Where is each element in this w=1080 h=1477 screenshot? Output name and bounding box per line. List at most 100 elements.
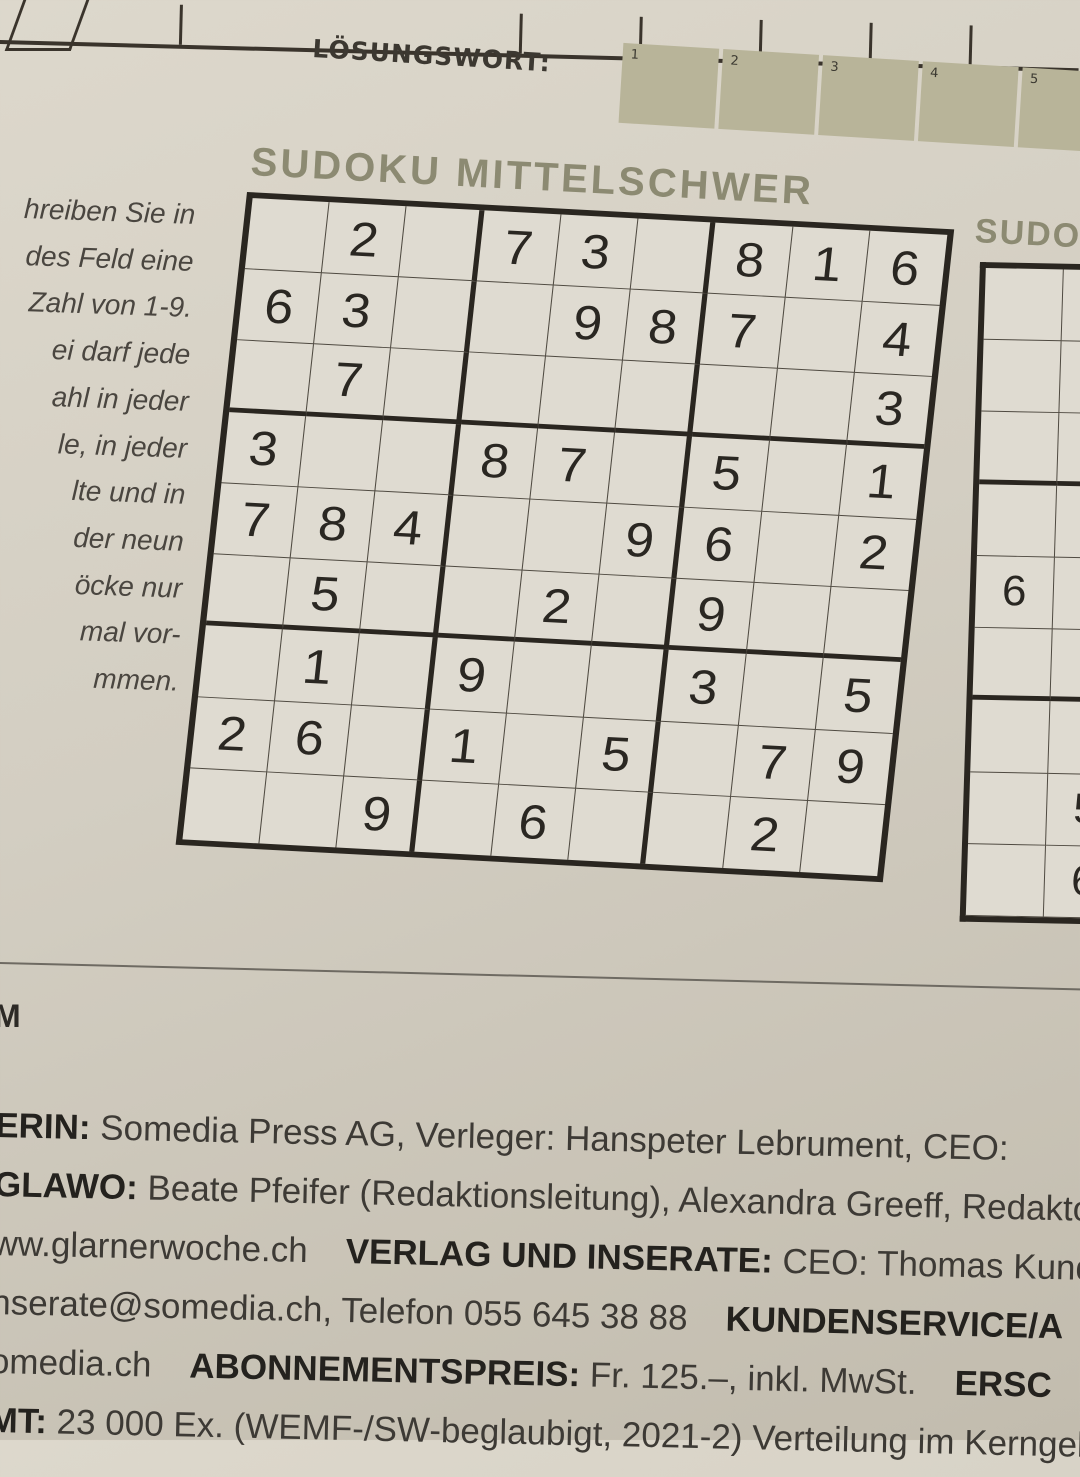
sudoku-cell-r6c8[interactable] xyxy=(746,582,832,659)
second-sudoku-cell-r8c2[interactable]: 5 xyxy=(1046,773,1080,848)
sudoku-cell-r1c6[interactable] xyxy=(630,218,716,294)
sudoku-cell-r6c5[interactable]: 2 xyxy=(514,570,600,647)
sudoku-cell-r3c5[interactable] xyxy=(537,356,623,433)
sudoku-cell-r1c2[interactable]: 2 xyxy=(322,202,407,278)
sudoku-cell-r5c8[interactable] xyxy=(753,511,839,588)
sudoku-cell-r7c1[interactable] xyxy=(198,625,284,701)
sudoku-cell-r1c3[interactable] xyxy=(399,206,485,282)
sudoku-cell-r2c2[interactable]: 3 xyxy=(314,273,400,349)
sudoku-cell-r4c3[interactable] xyxy=(375,420,461,496)
sudoku-cell-r5c4[interactable] xyxy=(445,495,531,571)
sudoku-cell-r9c3[interactable]: 9 xyxy=(336,776,422,852)
sudoku-cell-r3c3[interactable] xyxy=(383,348,469,425)
second-sudoku-cell-r5c2[interactable] xyxy=(1052,557,1080,632)
sudoku-cell-r2c1[interactable]: 6 xyxy=(237,269,323,345)
sudoku-cell-r8c4[interactable]: 1 xyxy=(421,709,507,785)
second-sudoku-cell-r6c1[interactable] xyxy=(972,627,1053,702)
sudoku-cell-r7c7[interactable]: 3 xyxy=(661,650,747,726)
sudoku-cell-r9c2[interactable] xyxy=(259,772,345,848)
sudoku-cell-r4c8[interactable] xyxy=(761,440,847,516)
sudoku-cell-r5c2[interactable]: 8 xyxy=(290,487,376,563)
sudoku-cell-r7c5[interactable] xyxy=(506,641,592,718)
sudoku-cell-r6c6[interactable] xyxy=(591,574,677,651)
sudoku-cell-r4c1[interactable]: 3 xyxy=(221,411,307,488)
sudoku-cell-r8c3[interactable] xyxy=(344,705,430,781)
sudoku-cell-r2c7[interactable]: 7 xyxy=(700,293,786,370)
sudoku-cell-r5c9[interactable]: 2 xyxy=(831,515,917,592)
sudoku-cell-r4c6[interactable] xyxy=(607,432,693,508)
sudoku-cell-r2c9[interactable]: 4 xyxy=(854,301,940,378)
sudoku-cell-r6c9[interactable] xyxy=(823,587,909,663)
sudoku-cell-r7c8[interactable] xyxy=(738,654,824,730)
sudoku-cell-r6c7[interactable]: 9 xyxy=(668,578,754,655)
sudoku-cell-r1c7[interactable]: 8 xyxy=(707,222,793,298)
sudoku-cell-r5c5[interactable] xyxy=(522,499,608,575)
sudoku-cell-r2c3[interactable] xyxy=(391,277,477,353)
sudoku-cell-r3c6[interactable] xyxy=(615,361,701,437)
sudoku-cell-r9c9[interactable] xyxy=(800,801,885,876)
loesungswort-box[interactable]: 4 xyxy=(917,61,1019,147)
sudoku-cell-r4c2[interactable] xyxy=(298,415,384,492)
loesungswort-box[interactable]: 2 xyxy=(718,49,820,135)
sudoku-cell-r2c6[interactable]: 8 xyxy=(622,289,708,366)
sudoku-cell-r1c8[interactable]: 1 xyxy=(785,226,871,302)
sudoku-cell-r1c5[interactable]: 3 xyxy=(553,214,639,290)
sudoku-cell-r3c4[interactable] xyxy=(460,352,546,429)
sudoku-cell-r5c7[interactable]: 6 xyxy=(676,507,762,583)
second-sudoku-cell-r1c1[interactable] xyxy=(983,267,1064,342)
sudoku-cell-r4c7[interactable]: 5 xyxy=(684,436,770,512)
sudoku-cell-r5c1[interactable]: 7 xyxy=(213,483,299,559)
sudoku-cell-r2c5[interactable]: 9 xyxy=(545,285,631,362)
second-sudoku-cell-r4c2[interactable] xyxy=(1054,485,1080,560)
sudoku-cell-r7c6[interactable] xyxy=(584,646,669,722)
sudoku-cell-r8c8[interactable]: 7 xyxy=(730,725,816,801)
loesungswort-box[interactable]: 3 xyxy=(818,55,919,141)
sudoku-cell-r9c8[interactable]: 2 xyxy=(722,796,808,873)
sudoku-cell-r5c6[interactable]: 9 xyxy=(599,503,685,579)
sudoku-cell-r7c4[interactable]: 9 xyxy=(429,637,515,714)
loesungswort-box[interactable]: 1 xyxy=(618,42,720,129)
second-sudoku-cell-r7c2[interactable] xyxy=(1048,701,1080,776)
sudoku-cell-r1c4[interactable]: 7 xyxy=(476,210,562,286)
sudoku-cell-r1c1[interactable] xyxy=(244,198,330,274)
sudoku-cell-r6c4[interactable] xyxy=(437,566,523,642)
sudoku-cell-r4c4[interactable]: 8 xyxy=(453,424,538,500)
sudoku-cell-r8c9[interactable]: 9 xyxy=(807,729,893,805)
second-sudoku-cell-r7c1[interactable] xyxy=(970,699,1051,774)
sudoku-cell-r9c1[interactable] xyxy=(182,768,268,844)
sudoku-cell-r3c1[interactable] xyxy=(229,340,315,416)
sudoku-cell-r9c6[interactable] xyxy=(568,788,654,864)
sudoku-cell-r4c9[interactable]: 1 xyxy=(838,444,924,520)
sudoku-cell-r8c1[interactable]: 2 xyxy=(190,696,276,773)
sudoku-cell-r3c9[interactable]: 3 xyxy=(846,373,932,449)
sudoku-cell-r4c5[interactable]: 7 xyxy=(530,428,616,504)
sudoku-cell-r7c9[interactable]: 5 xyxy=(815,658,901,734)
sudoku-cell-r6c1[interactable] xyxy=(205,554,291,630)
sudoku-cell-r6c3[interactable] xyxy=(360,562,446,638)
sudoku-cell-r7c2[interactable]: 1 xyxy=(275,629,361,706)
sudoku-cell-r2c4[interactable] xyxy=(468,281,554,357)
second-sudoku-cell-r2c1[interactable] xyxy=(981,339,1062,414)
sudoku-cell-r3c2[interactable]: 7 xyxy=(306,344,392,421)
second-sudoku-cell-r3c2[interactable] xyxy=(1057,413,1080,488)
second-sudoku-cell-r3c1[interactable] xyxy=(979,411,1060,486)
sudoku-cell-r8c2[interactable]: 6 xyxy=(267,700,353,777)
second-sudoku-cell-r1c2[interactable]: 8 xyxy=(1061,269,1080,344)
sudoku-cell-r5c3[interactable]: 4 xyxy=(368,491,454,567)
sudoku-cell-r9c5[interactable]: 6 xyxy=(491,784,577,860)
second-sudoku-cell-r8c1[interactable] xyxy=(968,771,1049,846)
second-sudoku-cell-r9c2[interactable]: 6 xyxy=(1043,845,1080,920)
second-sudoku-cell-r9c1[interactable] xyxy=(965,843,1047,918)
sudoku-cell-r6c2[interactable]: 5 xyxy=(283,558,369,634)
second-sudoku-cell-r6c2[interactable] xyxy=(1050,629,1080,704)
sudoku-cell-r1c9[interactable]: 6 xyxy=(862,230,948,307)
second-sudoku-cell-r5c1[interactable]: 6 xyxy=(974,555,1055,630)
sudoku-cell-r3c8[interactable] xyxy=(769,369,855,445)
sudoku-cell-r9c4[interactable] xyxy=(414,780,500,856)
sudoku-cell-r8c5[interactable] xyxy=(499,713,585,789)
sudoku-cell-r8c7[interactable] xyxy=(653,721,739,797)
second-sudoku-cell-r4c1[interactable] xyxy=(976,483,1058,558)
sudoku-cell-r3c7[interactable] xyxy=(692,365,778,441)
sudoku-cell-r9c7[interactable] xyxy=(645,792,731,868)
sudoku-cell-r8c6[interactable]: 5 xyxy=(576,717,662,793)
